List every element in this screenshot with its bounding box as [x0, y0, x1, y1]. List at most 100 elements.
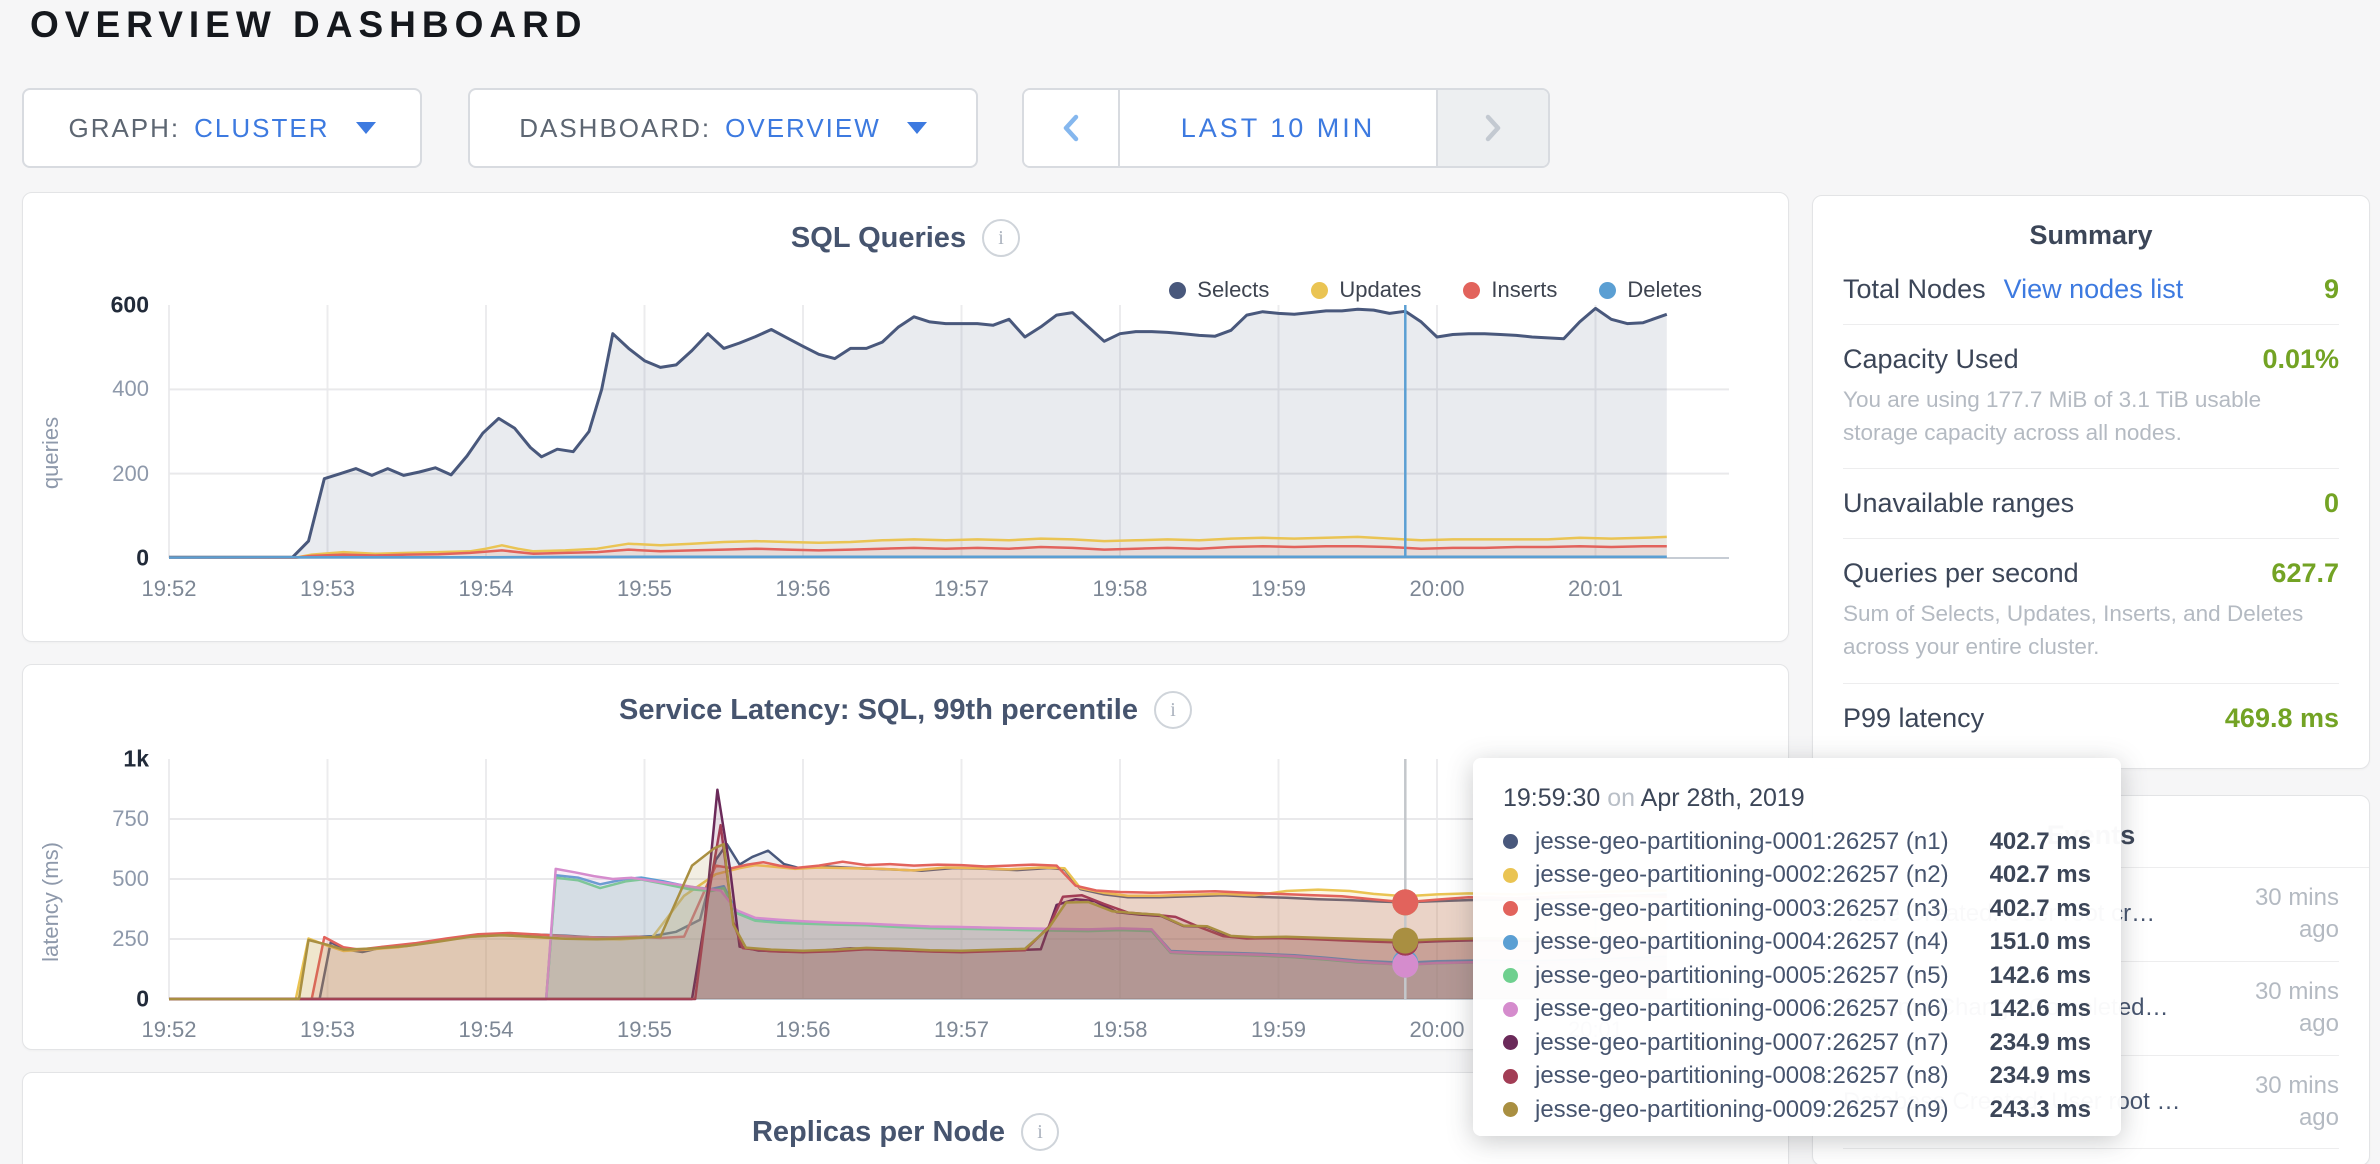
y-tick-label: 1k	[123, 746, 149, 773]
x-tick-label: 19:54	[458, 1017, 513, 1043]
event-time: 30 mins ago	[2221, 882, 2339, 947]
replicas-chart-title: Replicas per Node	[752, 1116, 1005, 1149]
x-tick-label: 19:59	[1251, 576, 1306, 602]
tooltip-node-value: 243.3 ms	[1990, 1096, 2091, 1124]
node-color-dot-icon	[1503, 1069, 1518, 1084]
event-time: 30 mins ago	[2221, 976, 2339, 1041]
tooltip-rows: jesse-geo-partitioning-0001:26257 (n1)40…	[1503, 825, 2091, 1127]
tooltip-node-name: jesse-geo-partitioning-0005:26257 (n5)	[1535, 962, 1973, 990]
x-tick-label: 19:55	[617, 576, 672, 602]
summary-value: 627.7	[2271, 558, 2339, 589]
x-tick-label: 19:56	[775, 576, 830, 602]
summary-row-main: Total NodesView nodes list9	[1843, 274, 2339, 305]
time-range-next-button[interactable]	[1436, 90, 1548, 166]
tooltip-node-name: jesse-geo-partitioning-0007:26257 (n7)	[1535, 1029, 1973, 1057]
legend-item-deletes[interactable]: Deletes	[1599, 277, 1702, 303]
sql-chart-title: SQL Queries	[791, 222, 966, 255]
summary-row-main: Capacity Used 0.01%	[1843, 344, 2339, 375]
graph-dropdown-value: CLUSTER	[194, 113, 329, 144]
node-color-dot-icon	[1503, 1035, 1518, 1050]
tooltip-node-name: jesse-geo-partitioning-0009:26257 (n9)	[1535, 1096, 1973, 1124]
page-title: OVERVIEW DASHBOARD	[30, 4, 588, 46]
summary-subtext: You are using 177.7 MiB of 3.1 TiB usabl…	[1843, 384, 2339, 449]
info-icon[interactable]: i	[1021, 1113, 1059, 1151]
node-color-dot-icon	[1503, 935, 1518, 950]
event-row: Table Created: User root cr…30 mins ago	[1843, 1149, 2339, 1164]
y-tick-label: 250	[112, 926, 149, 952]
info-icon[interactable]: i	[1154, 691, 1192, 729]
legend-dot-icon	[1599, 282, 1616, 299]
graph-dropdown[interactable]: GRAPH: CLUSTER	[22, 88, 422, 168]
summary-row: P99 latency469.8 ms	[1843, 684, 2339, 753]
node-color-dot-icon	[1503, 901, 1518, 916]
summary-row: Capacity Used 0.01% You are using 177.7 Mi…	[1843, 325, 2339, 469]
legend-label: Deletes	[1627, 277, 1702, 303]
summary-rows: Total NodesView nodes list9Capacity Used…	[1813, 255, 2369, 753]
tooltip-node-value: 151.0 ms	[1990, 928, 2091, 956]
tooltip-row: jesse-geo-partitioning-0007:26257 (n7)23…	[1503, 1026, 2091, 1060]
sql-chart-svg[interactable]	[169, 303, 1729, 560]
time-range-selector: LAST 10 MIN	[1022, 88, 1550, 168]
summary-title: Summary	[1813, 220, 2369, 251]
tooltip-on-word: on	[1607, 784, 1635, 812]
x-tick-label: 19:52	[141, 1017, 196, 1043]
tooltip-node-value: 142.6 ms	[1990, 995, 2091, 1023]
tooltip-node-name: jesse-geo-partitioning-0003:26257 (n3)	[1535, 895, 1973, 923]
event-time: 30 mins ago	[2221, 1070, 2339, 1135]
summary-label: Capacity Used	[1843, 344, 2019, 375]
summary-value: 0	[2324, 488, 2339, 519]
info-icon[interactable]: i	[982, 219, 1020, 257]
latency-y-axis-label: latency (ms)	[38, 842, 64, 962]
summary-panel: Summary Total NodesView nodes list9Capac…	[1812, 195, 2370, 769]
summary-row-main: Queries per second 627.7	[1843, 558, 2339, 589]
x-tick-label: 19:57	[934, 1017, 989, 1043]
y-tick-label: 400	[112, 376, 149, 402]
legend-dot-icon	[1169, 282, 1186, 299]
node-color-dot-icon	[1503, 1102, 1518, 1117]
summary-subtext: Sum of Selects, Updates, Inserts, and De…	[1843, 598, 2339, 663]
sql-queries-plot[interactable]: queries 020040060019:5219:5319:5419:5519…	[169, 303, 1729, 603]
x-tick-label: 19:52	[141, 576, 196, 602]
time-range-prev-button[interactable]	[1024, 90, 1120, 166]
tooltip-date: Apr 28th, 2019	[1641, 784, 1805, 812]
overview-dashboard-page: OVERVIEW DASHBOARD GRAPH: CLUSTER DASHBO…	[0, 0, 2380, 1164]
tooltip-row: jesse-geo-partitioning-0009:26257 (n9) 24…	[1503, 1093, 2091, 1127]
tooltip-node-value: 234.9 ms	[1990, 1062, 2091, 1090]
summary-value: 469.8 ms	[2225, 703, 2339, 734]
legend-item-selects[interactable]: Selects	[1169, 277, 1269, 303]
tooltip-row: jesse-geo-partitioning-0004:26257 (n4) 15…	[1503, 926, 2091, 960]
tooltip-row: jesse-geo-partitioning-0001:26257 (n1)40…	[1503, 825, 2091, 859]
legend-label: Selects	[1197, 277, 1269, 303]
tooltip-node-name: jesse-geo-partitioning-0004:26257 (n4)	[1535, 928, 1973, 956]
x-tick-label: 20:01	[1568, 576, 1623, 602]
tooltip-row: jesse-geo-partitioning-0008:26257 (n8)23…	[1503, 1060, 2091, 1094]
dashboard-dropdown-label: DASHBOARD:	[519, 113, 711, 144]
tooltip-row: jesse-geo-partitioning-0005:26257 (n5) 14…	[1503, 959, 2091, 993]
legend-item-updates[interactable]: Updates	[1311, 277, 1421, 303]
x-tick-label: 20:00	[1409, 576, 1464, 602]
tooltip-node-value: 402.7 ms	[1990, 861, 2091, 889]
time-range-label[interactable]: LAST 10 MIN	[1120, 90, 1436, 166]
sql-y-axis-label: queries	[38, 417, 64, 489]
x-tick-label: 19:58	[1092, 576, 1147, 602]
legend-item-inserts[interactable]: Inserts	[1463, 277, 1557, 303]
x-tick-label: 19:54	[458, 576, 513, 602]
x-tick-label: 19:56	[775, 1017, 830, 1043]
chevron-left-icon	[1058, 111, 1084, 145]
tooltip-node-name: jesse-geo-partitioning-0006:26257 (n6)	[1535, 995, 1973, 1023]
tooltip-row: jesse-geo-partitioning-0002:26257 (n2)40…	[1503, 859, 2091, 893]
dashboard-dropdown[interactable]: DASHBOARD: OVERVIEW	[468, 88, 978, 168]
view-nodes-list-link[interactable]: View nodes list	[2004, 274, 2184, 305]
summary-row: Unavailable ranges 0	[1843, 469, 2339, 539]
y-tick-label: 200	[112, 461, 149, 487]
summary-label: Total Nodes	[1843, 274, 1986, 305]
legend-label: Inserts	[1491, 277, 1557, 303]
summary-value: 0.01%	[2262, 344, 2339, 375]
summary-row-main: Unavailable ranges 0	[1843, 488, 2339, 519]
tooltip-node-value: 142.6 ms	[1990, 962, 2091, 990]
summary-label: Unavailable ranges	[1843, 488, 2074, 519]
summary-row-main: P99 latency469.8 ms	[1843, 703, 2339, 734]
node-color-dot-icon	[1503, 834, 1518, 849]
tooltip-timestamp: 19:59:30 on Apr 28th, 2019	[1503, 784, 2091, 813]
summary-label: Queries per second	[1843, 558, 2079, 589]
